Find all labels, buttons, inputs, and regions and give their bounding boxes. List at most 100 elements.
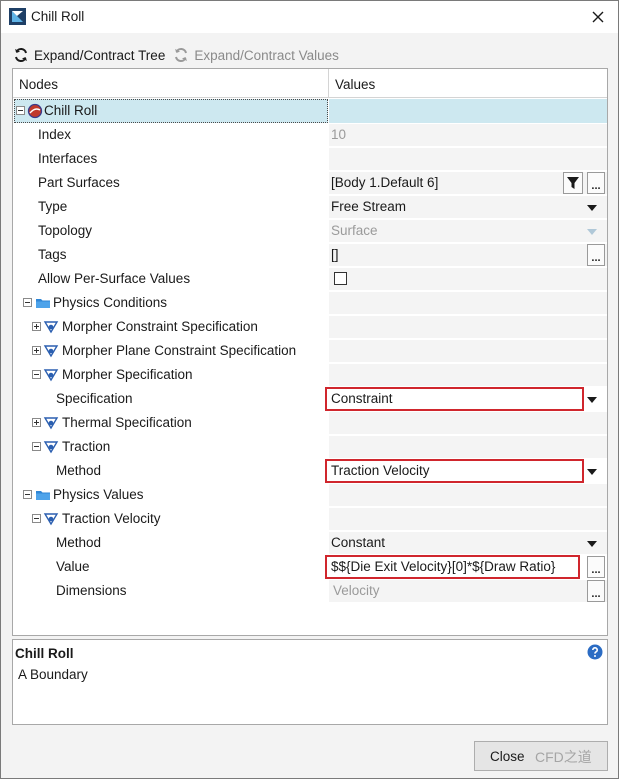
tree-row-label: Topology (38, 223, 93, 238)
tree-row-value[interactable]: Value $${Die Exit Velocity}[0]*${Draw Ra… (13, 555, 607, 579)
chevron-down-icon[interactable] (587, 541, 597, 547)
collapse-toggle[interactable] (32, 514, 41, 523)
tree-row-traction-velocity[interactable]: Traction Velocity (13, 507, 607, 531)
column-header-values[interactable]: Values (335, 77, 375, 92)
tree-row-morpher-specification[interactable]: Morpher Specification (13, 363, 607, 387)
collapse-toggle[interactable] (23, 298, 32, 307)
tree-row-label: Physics Values (53, 487, 144, 502)
tree-row-physics-values[interactable]: Physics Values (13, 483, 607, 507)
topology-value: Surface (331, 223, 378, 238)
boundary-icon (27, 103, 43, 119)
tree-row-traction-method[interactable]: Method Traction Velocity (13, 459, 607, 483)
tree-row-label: Chill Roll (44, 103, 98, 118)
tree-row-chill-roll[interactable]: Chill Roll (13, 99, 607, 123)
filter-button[interactable] (563, 172, 583, 194)
tree-row-label: Value (56, 559, 90, 574)
tree-row-traction[interactable]: Traction (13, 435, 607, 459)
tree-row-label: Tags (38, 247, 67, 262)
physics-condition-icon (43, 513, 59, 526)
expand-contract-values-button[interactable]: Expand/Contract Values (173, 47, 339, 63)
window-title: Chill Roll (31, 9, 85, 24)
app-icon (9, 8, 26, 25)
filter-icon (567, 177, 579, 189)
tree-row-tags[interactable]: Tags [] ... (13, 243, 607, 267)
chevron-down-icon[interactable] (587, 205, 597, 211)
expand-toggle[interactable] (32, 346, 41, 355)
allow-per-surface-checkbox[interactable] (334, 272, 347, 285)
title-bar: Chill Roll (1, 1, 618, 33)
watermark: CFD之道 (535, 749, 592, 765)
traction-method-value[interactable]: Traction Velocity (331, 463, 430, 478)
ellipsis-button[interactable]: ... (587, 244, 605, 266)
collapse-toggle[interactable] (23, 490, 32, 499)
column-divider[interactable] (328, 69, 329, 98)
tree-row-part-surfaces[interactable]: Part Surfaces [Body 1.Default 6] ... (13, 171, 607, 195)
dialog-window: Chill Roll Expand/Contract Tree Expand/C… (0, 0, 619, 779)
specification-value[interactable]: Constraint (331, 391, 393, 406)
part-surfaces-value[interactable]: [Body 1.Default 6] (331, 175, 438, 190)
tree-row-label: Morpher Constraint Specification (62, 319, 258, 334)
physics-condition-icon (43, 345, 59, 358)
tree-row-label: Method (56, 535, 102, 550)
chevron-down-icon[interactable] (587, 397, 597, 403)
description-body: A Boundary (18, 667, 88, 682)
folder-icon (36, 299, 50, 308)
collapse-toggle[interactable] (32, 442, 41, 451)
tree-row-physics-conditions[interactable]: Physics Conditions (13, 291, 607, 315)
physics-condition-icon (43, 417, 59, 430)
expand-values-label: Expand/Contract Values (194, 47, 339, 63)
expand-contract-tree-button[interactable]: Expand/Contract Tree (13, 47, 165, 63)
tree-row-label: Allow Per-Surface Values (38, 271, 191, 286)
tags-value[interactable]: [] (331, 247, 339, 262)
tree-row-type[interactable]: Type Free Stream (13, 195, 607, 219)
description-panel: Chill Roll A Boundary (12, 639, 608, 725)
tree-row-thermal-specification[interactable]: Thermal Specification (13, 411, 607, 435)
value-method-value[interactable]: Constant (331, 535, 385, 550)
help-icon[interactable] (587, 644, 603, 660)
tree-row-value-method[interactable]: Method Constant (13, 531, 607, 555)
description-title: Chill Roll (15, 646, 74, 661)
tree-row-label: Morpher Plane Constraint Specification (62, 343, 297, 358)
tree-row-label: Specification (56, 391, 133, 406)
tree-row-label: Method (56, 463, 102, 478)
tree-row-label: Part Surfaces (38, 175, 120, 190)
expand-toggle[interactable] (32, 322, 41, 331)
physics-condition-icon (43, 441, 59, 454)
tree-row-dimensions[interactable]: Dimensions Velocity ... (13, 579, 607, 603)
tree-row-specification[interactable]: Specification Constraint (13, 387, 607, 411)
toolbar: Expand/Contract Tree Expand/Contract Val… (13, 45, 347, 65)
tree-row-label: Traction (62, 439, 111, 454)
refresh-icon (175, 47, 188, 63)
tree-row-topology[interactable]: Topology Surface (13, 219, 607, 243)
chevron-down-icon (587, 229, 597, 235)
tree-row-interfaces[interactable]: Interfaces (13, 147, 607, 171)
dimensions-value: Velocity (333, 583, 380, 598)
tree-row-morpher-constraint-specification[interactable]: Morpher Constraint Specification (13, 315, 607, 339)
tree-row-morpher-plane-constraint-specification[interactable]: Morpher Plane Constraint Specification (13, 339, 607, 363)
ellipsis-button[interactable]: ... (587, 556, 605, 578)
index-value: 10 (331, 127, 347, 142)
tree-row-index[interactable]: Index 10 (13, 123, 607, 147)
close-button-label: Close (490, 749, 525, 764)
ellipsis-button[interactable]: ... (587, 580, 605, 602)
tree-row-label: Morpher Specification (62, 367, 193, 382)
column-header-nodes[interactable]: Nodes (19, 77, 58, 92)
physics-condition-icon (43, 369, 59, 382)
collapse-toggle[interactable] (32, 370, 41, 379)
folder-icon (36, 491, 50, 500)
value-expression[interactable]: $${Die Exit Velocity}[0]*${Draw Ratio} (331, 559, 555, 574)
grid-header: Nodes Values (13, 69, 607, 98)
collapse-toggle[interactable] (16, 106, 25, 115)
ellipsis-button[interactable]: ... (587, 172, 605, 194)
tree-row-label: Index (38, 127, 72, 142)
type-value[interactable]: Free Stream (331, 199, 406, 214)
expand-toggle[interactable] (32, 418, 41, 427)
tree-row-label: Dimensions (56, 583, 127, 598)
close-button[interactable]: Close CFD之道 (474, 741, 608, 771)
expand-tree-label: Expand/Contract Tree (34, 47, 166, 63)
property-grid: Nodes Values Chill Roll Index 10 Interfa… (12, 68, 608, 636)
tree-row-label: Type (38, 199, 68, 214)
close-icon[interactable] (586, 5, 610, 29)
tree-row-allow-per-surface-values[interactable]: Allow Per-Surface Values (13, 267, 607, 291)
chevron-down-icon[interactable] (587, 469, 597, 475)
